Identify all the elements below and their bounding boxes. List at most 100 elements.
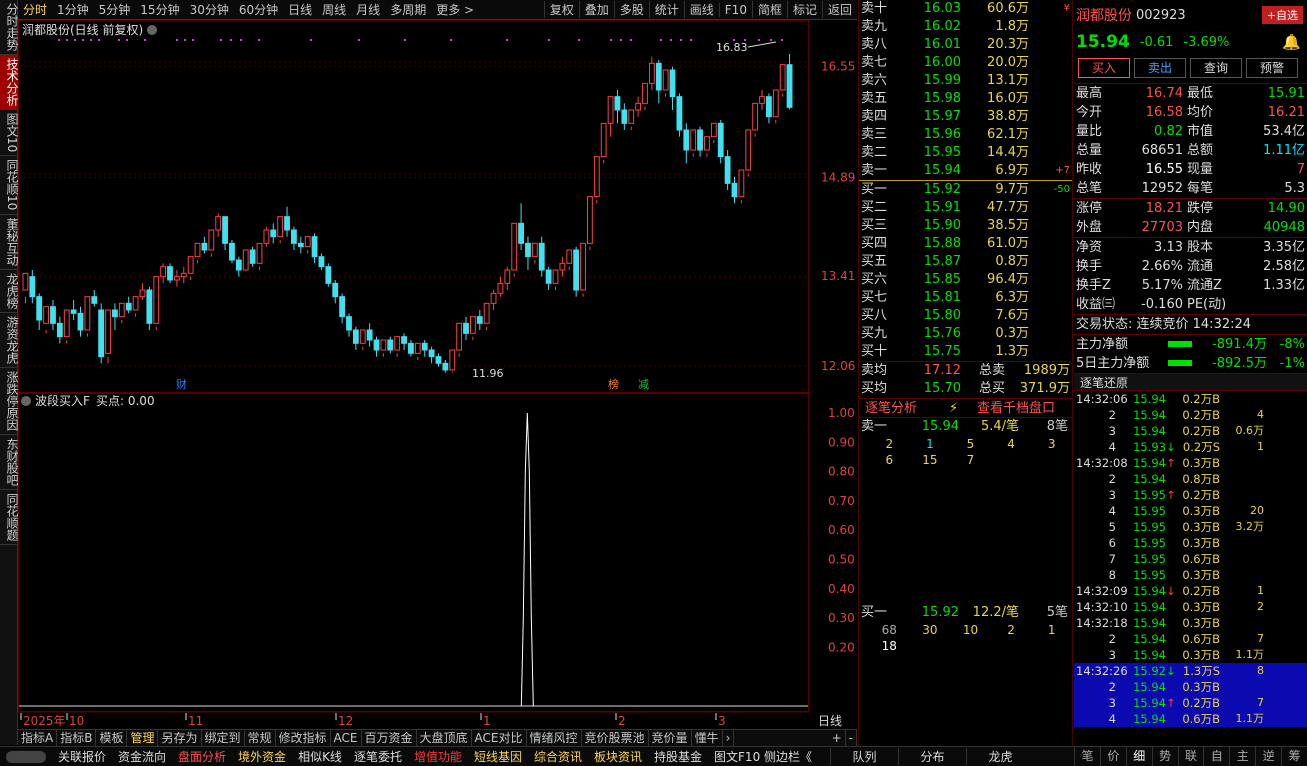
order-row[interactable]: 买六 15.85 96.4万 [859, 271, 1072, 289]
order-row[interactable]: 买四 15.88 61.0万 [859, 235, 1072, 253]
tick-row[interactable]: 14:32:26 15.92 ↓ 1.3万S 8 [1074, 663, 1307, 679]
status-item-10[interactable]: 持股基金 [648, 748, 708, 765]
tool-button-5[interactable]: F10 [718, 2, 752, 17]
indicator-tab-3[interactable]: 管理 [127, 730, 159, 746]
tick-row[interactable]: 2 15.94 0.8万B [1074, 471, 1307, 487]
trade-button-0[interactable]: 买入 [1078, 58, 1130, 78]
indicator-tab-12[interactable]: 情绪风控 [527, 730, 582, 746]
order-row[interactable]: 买七 15.81 6.3万 [859, 289, 1072, 307]
status-item-6[interactable]: 增值功能 [408, 748, 468, 765]
trade-button-1[interactable]: 卖出 [1134, 58, 1186, 78]
status-item-1[interactable]: 资金流向 [112, 748, 172, 765]
tick-row[interactable]: 6 15.95 0.3万B [1074, 535, 1307, 551]
indicator-tab-9[interactable]: 百万资金 [362, 730, 417, 746]
tick-tab-7[interactable]: 逆 [1255, 746, 1281, 766]
left-tab-3[interactable]: 同花顺10 [0, 156, 19, 215]
status-item-4[interactable]: 相似K线 [292, 748, 348, 765]
status-item-11[interactable]: 图文F10 侧边栏《 [708, 748, 818, 765]
status-item-0[interactable]: 关联报价 [52, 748, 112, 765]
tool-button-4[interactable]: 画线 [683, 1, 719, 18]
tick-analysis-tab[interactable]: 逐笔分析 [859, 399, 949, 417]
tool-button-2[interactable]: 多股 [613, 1, 649, 18]
tick-row[interactable]: 3 15.94 0.2万B 0.6万 [1074, 423, 1307, 439]
indicator-tab-15[interactable]: 懂牛 [692, 730, 723, 746]
left-tab-5[interactable]: 龙虎榜 [0, 270, 19, 313]
left-tab-0[interactable]: 分时走势 [0, 0, 19, 55]
period-tab-4[interactable]: 30分钟 [185, 1, 234, 18]
order-row[interactable]: 买二 15.91 47.7万 [859, 199, 1072, 217]
order-row[interactable]: 卖四 15.97 38.8万 [859, 108, 1072, 126]
tool-button-8[interactable]: 返回 [821, 1, 857, 18]
bell-icon[interactable]: 🔔 [1282, 33, 1301, 51]
tick-tab-2[interactable]: 细 [1125, 746, 1152, 766]
tick-row[interactable]: 14:32:18 15.94 0.3万B [1074, 615, 1307, 631]
tool-button-0[interactable]: 复权 [543, 1, 579, 18]
period-tab-6[interactable]: 日线 [283, 1, 317, 18]
indicator-tab-5[interactable]: 绑定到 [202, 730, 245, 746]
status-item-8[interactable]: 综合资讯 [528, 748, 588, 765]
period-tab-10[interactable]: 更多 > [431, 1, 479, 18]
indicator-tab-14[interactable]: 竞价量 [649, 730, 692, 746]
tick-row[interactable]: 3 15.94 0.3万B 1.1万 [1074, 647, 1307, 663]
order-row[interactable]: 买三 15.90 38.5万 [859, 217, 1072, 235]
order-row[interactable]: 买一 15.92 9.7万 -50 [859, 181, 1072, 199]
tool-button-6[interactable]: 简框 [751, 1, 787, 18]
order-row[interactable]: 卖十 16.03 60.6万 ¥ [859, 0, 1072, 18]
tick-row[interactable]: 2 15.94 0.3万B [1074, 679, 1307, 695]
order-row[interactable]: 买十 15.75 1.3万 [859, 343, 1072, 361]
status-item-3[interactable]: 境外资金 [232, 748, 292, 765]
title-menu-icon[interactable] [147, 25, 157, 35]
indicator-tab-11[interactable]: ACE对比 [472, 730, 527, 746]
status-item-9[interactable]: 板块资讯 [588, 748, 648, 765]
status-tab-0[interactable]: 队列 [830, 748, 898, 765]
indicator-tab-4[interactable]: 另存为 [158, 730, 202, 746]
status-item-2[interactable]: 盘面分析 [172, 748, 232, 765]
status-tab-1[interactable]: 分布 [898, 748, 966, 765]
left-tab-2[interactable]: 图文10 [0, 110, 19, 157]
tick-row[interactable]: 5 15.95 0.3万B 3.2万 [1074, 519, 1307, 535]
period-tab-0[interactable]: 分时 [18, 1, 52, 18]
chart-marker[interactable]: 减 [638, 378, 649, 391]
order-row[interactable]: 卖八 16.01 20.3万 [859, 36, 1072, 54]
left-tab-9[interactable]: 同花顺题 [0, 490, 19, 545]
order-row[interactable]: 卖七 16.00 20.0万 [859, 54, 1072, 72]
tick-tab-4[interactable]: 联 [1177, 746, 1204, 766]
tick-tab-3[interactable]: 势 [1151, 746, 1178, 766]
kline-chart[interactable]: 润都股份(日线 前复权)16.5514.8913.4112.0616.8311.… [18, 20, 857, 733]
period-tab-3[interactable]: 15分钟 [135, 1, 184, 18]
period-tab-7[interactable]: 周线 [317, 1, 351, 18]
tool-button-3[interactable]: 统计 [648, 1, 684, 18]
status-item-7[interactable]: 短线基因 [468, 748, 528, 765]
trade-button-3[interactable]: 预警 [1246, 58, 1298, 78]
order-row[interactable]: 买九 15.76 0.3万 [859, 325, 1072, 343]
order-row[interactable]: 卖二 15.95 14.4万 [859, 144, 1072, 162]
indicator-tab-6[interactable]: 常规 [245, 730, 276, 746]
tick-row[interactable]: 2 15.94 0.2万B 4 [1074, 407, 1307, 423]
left-tab-6[interactable]: 游资龙虎 [0, 313, 19, 368]
add-watchlist-button[interactable]: +自选 [1261, 6, 1303, 24]
tick-row[interactable]: 2 15.94 0.6万B 7 [1074, 631, 1307, 647]
order-row[interactable]: 卖一 15.94 6.9万 +7 [859, 162, 1072, 180]
order-row[interactable]: 卖三 15.96 62.1万 [859, 126, 1072, 144]
left-tab-7[interactable]: 涨跌停原因 [0, 368, 19, 435]
order-row[interactable]: 买八 15.80 7.6万 [859, 307, 1072, 325]
tick-tab-1[interactable]: 价 [1099, 746, 1126, 766]
indicator-tab-7[interactable]: 修改指标 [276, 730, 331, 746]
status-tab-2[interactable]: 龙虎 [966, 748, 1034, 765]
tick-row[interactable]: 4 15.95 0.3万B 20 [1074, 503, 1307, 519]
chart-area[interactable]: 润都股份(日线 前复权) 16.55 14.89 13.41 12.06 16.83 11.… [18, 20, 857, 728]
indicator-menu-icon[interactable] [21, 396, 31, 406]
tick-row[interactable]: 4 15.93 ↓ 0.2万S 1 [1074, 439, 1307, 455]
tick-row[interactable]: 3 15.94 ↑ 0.2万B 7 [1074, 695, 1307, 711]
period-tab-1[interactable]: 1分钟 [52, 1, 94, 18]
zoom-out-button[interactable]: - [846, 730, 857, 746]
indicator-tab-13[interactable]: 竞价股票池 [582, 730, 649, 746]
period-tab-5[interactable]: 60分钟 [234, 1, 283, 18]
tick-row[interactable]: 4 15.94 0.6万B 1.1万 [1074, 711, 1307, 727]
tick-tab-8[interactable]: 筹 [1281, 746, 1307, 766]
period-tab-8[interactable]: 月线 [351, 1, 385, 18]
tick-tab-5[interactable]: 自 [1203, 746, 1229, 766]
order-row[interactable]: 卖六 15.99 13.1万 [859, 72, 1072, 90]
tick-row[interactable]: 3 15.95 ↑ 0.2万B [1074, 487, 1307, 503]
indicator-tab-16[interactable]: › [723, 730, 735, 746]
